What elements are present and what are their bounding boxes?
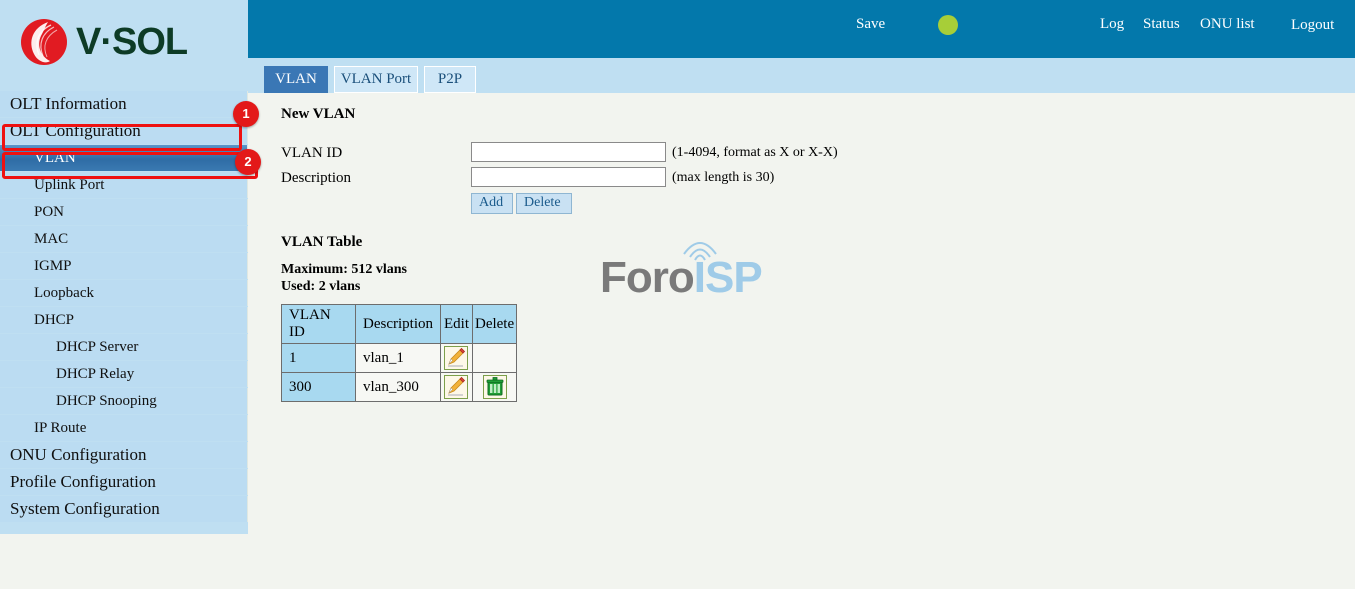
sidebar-item-loopback[interactable]: Loopback <box>0 280 248 306</box>
cell-description: vlan_1 <box>355 343 441 373</box>
column-header-description: Description <box>355 304 441 344</box>
column-header-delete: Delete <box>471 304 518 344</box>
vsol-circle-logo-icon <box>18 16 70 68</box>
cell-delete <box>471 372 518 402</box>
tab-p2p[interactable]: P2P <box>424 66 476 93</box>
brand-name: V·SOL <box>76 21 188 63</box>
new-vlan-heading: New VLAN <box>281 106 356 122</box>
cell-delete-empty <box>471 343 518 373</box>
sidebar-item-ip-route[interactable]: IP Route <box>0 415 248 441</box>
vlan-table-heading: VLAN Table <box>281 234 363 250</box>
sidebar-item-dhcp-server[interactable]: DHCP Server <box>0 334 248 360</box>
brand-logo[interactable]: V·SOL <box>18 16 188 68</box>
tab-vlan[interactable]: VLAN <box>264 66 328 93</box>
vlan-table: VLAN ID Description Edit Delete 1 vlan_1 <box>281 304 518 402</box>
table-row: 300 vlan_300 <box>281 372 518 402</box>
cell-vlan-id: 1 <box>281 343 356 373</box>
trash-delete-icon[interactable] <box>482 375 507 399</box>
sidebar-navigation: OLT Information OLT Configuration VLAN U… <box>0 91 248 534</box>
annotation-badge-1: 1 <box>233 101 259 127</box>
top-navigation-bar: Save Log Status ONU list Logout <box>248 0 1355 58</box>
main-content: New VLAN VLAN ID (1-4094, format as X or… <box>248 93 1355 589</box>
sidebar-item-mac[interactable]: MAC <box>0 226 248 252</box>
maximum-vlans-text: Maximum: 512 vlans <box>281 262 407 277</box>
logo-panel: V·SOL <box>0 0 248 91</box>
sidebar-item-dhcp-snooping[interactable]: DHCP Snooping <box>0 388 248 414</box>
sidebar-item-vlan[interactable]: VLAN <box>0 145 248 171</box>
delete-button[interactable]: Delete <box>516 193 572 214</box>
sidebar-item-dhcp[interactable]: DHCP <box>0 307 248 333</box>
onu-list-link[interactable]: ONU list <box>1200 16 1255 33</box>
tab-vlan-port[interactable]: VLAN Port <box>334 66 418 93</box>
table-row: 1 vlan_1 <box>281 343 518 373</box>
save-button[interactable]: Save <box>856 16 885 33</box>
sidebar-item-igmp[interactable]: IGMP <box>0 253 248 279</box>
description-label: Description <box>281 170 351 186</box>
annotation-badge-2: 2 <box>235 149 261 175</box>
logout-link[interactable]: Logout <box>1291 17 1334 34</box>
tab-strip: VLAN VLAN Port P2P <box>248 58 1355 93</box>
description-hint: (max length is 30) <box>672 170 775 185</box>
sidebar-item-pon[interactable]: PON <box>0 199 248 225</box>
vlan-id-input[interactable] <box>471 142 666 162</box>
cell-vlan-id: 300 <box>281 372 356 402</box>
sidebar-item-system-configuration[interactable]: System Configuration <box>0 496 248 522</box>
description-input[interactable] <box>471 167 666 187</box>
sidebar-item-dhcp-relay[interactable]: DHCP Relay <box>0 361 248 387</box>
used-vlans-text: Used: 2 vlans <box>281 279 361 294</box>
application-page: V·SOL Save Log Status ONU list Logout VL… <box>0 0 1355 589</box>
cell-description: vlan_300 <box>355 372 441 402</box>
sidebar-item-uplink-port[interactable]: Uplink Port <box>0 172 248 198</box>
cell-edit <box>439 343 473 373</box>
table-header-row: VLAN ID Description Edit Delete <box>281 304 518 344</box>
status-link[interactable]: Status <box>1143 16 1180 33</box>
cell-edit <box>439 372 473 402</box>
log-link[interactable]: Log <box>1100 16 1124 33</box>
vlan-id-hint: (1-4094, format as X or X-X) <box>672 145 838 160</box>
green-status-dot-icon <box>938 15 958 35</box>
sidebar-item-onu-configuration[interactable]: ONU Configuration <box>0 442 248 468</box>
sidebar-item-profile-configuration[interactable]: Profile Configuration <box>0 469 248 495</box>
vlan-id-label: VLAN ID <box>281 145 343 161</box>
pencil-edit-icon[interactable] <box>444 346 469 370</box>
add-button[interactable]: Add <box>471 193 513 214</box>
sidebar-item-olt-information[interactable]: OLT Information <box>0 91 248 117</box>
pencil-edit-icon[interactable] <box>444 375 469 399</box>
column-header-vlan-id: VLAN ID <box>281 304 356 344</box>
sidebar-item-olt-configuration[interactable]: OLT Configuration <box>0 118 248 144</box>
column-header-edit: Edit <box>439 304 473 344</box>
watermark-antenna-icon <box>683 242 717 261</box>
